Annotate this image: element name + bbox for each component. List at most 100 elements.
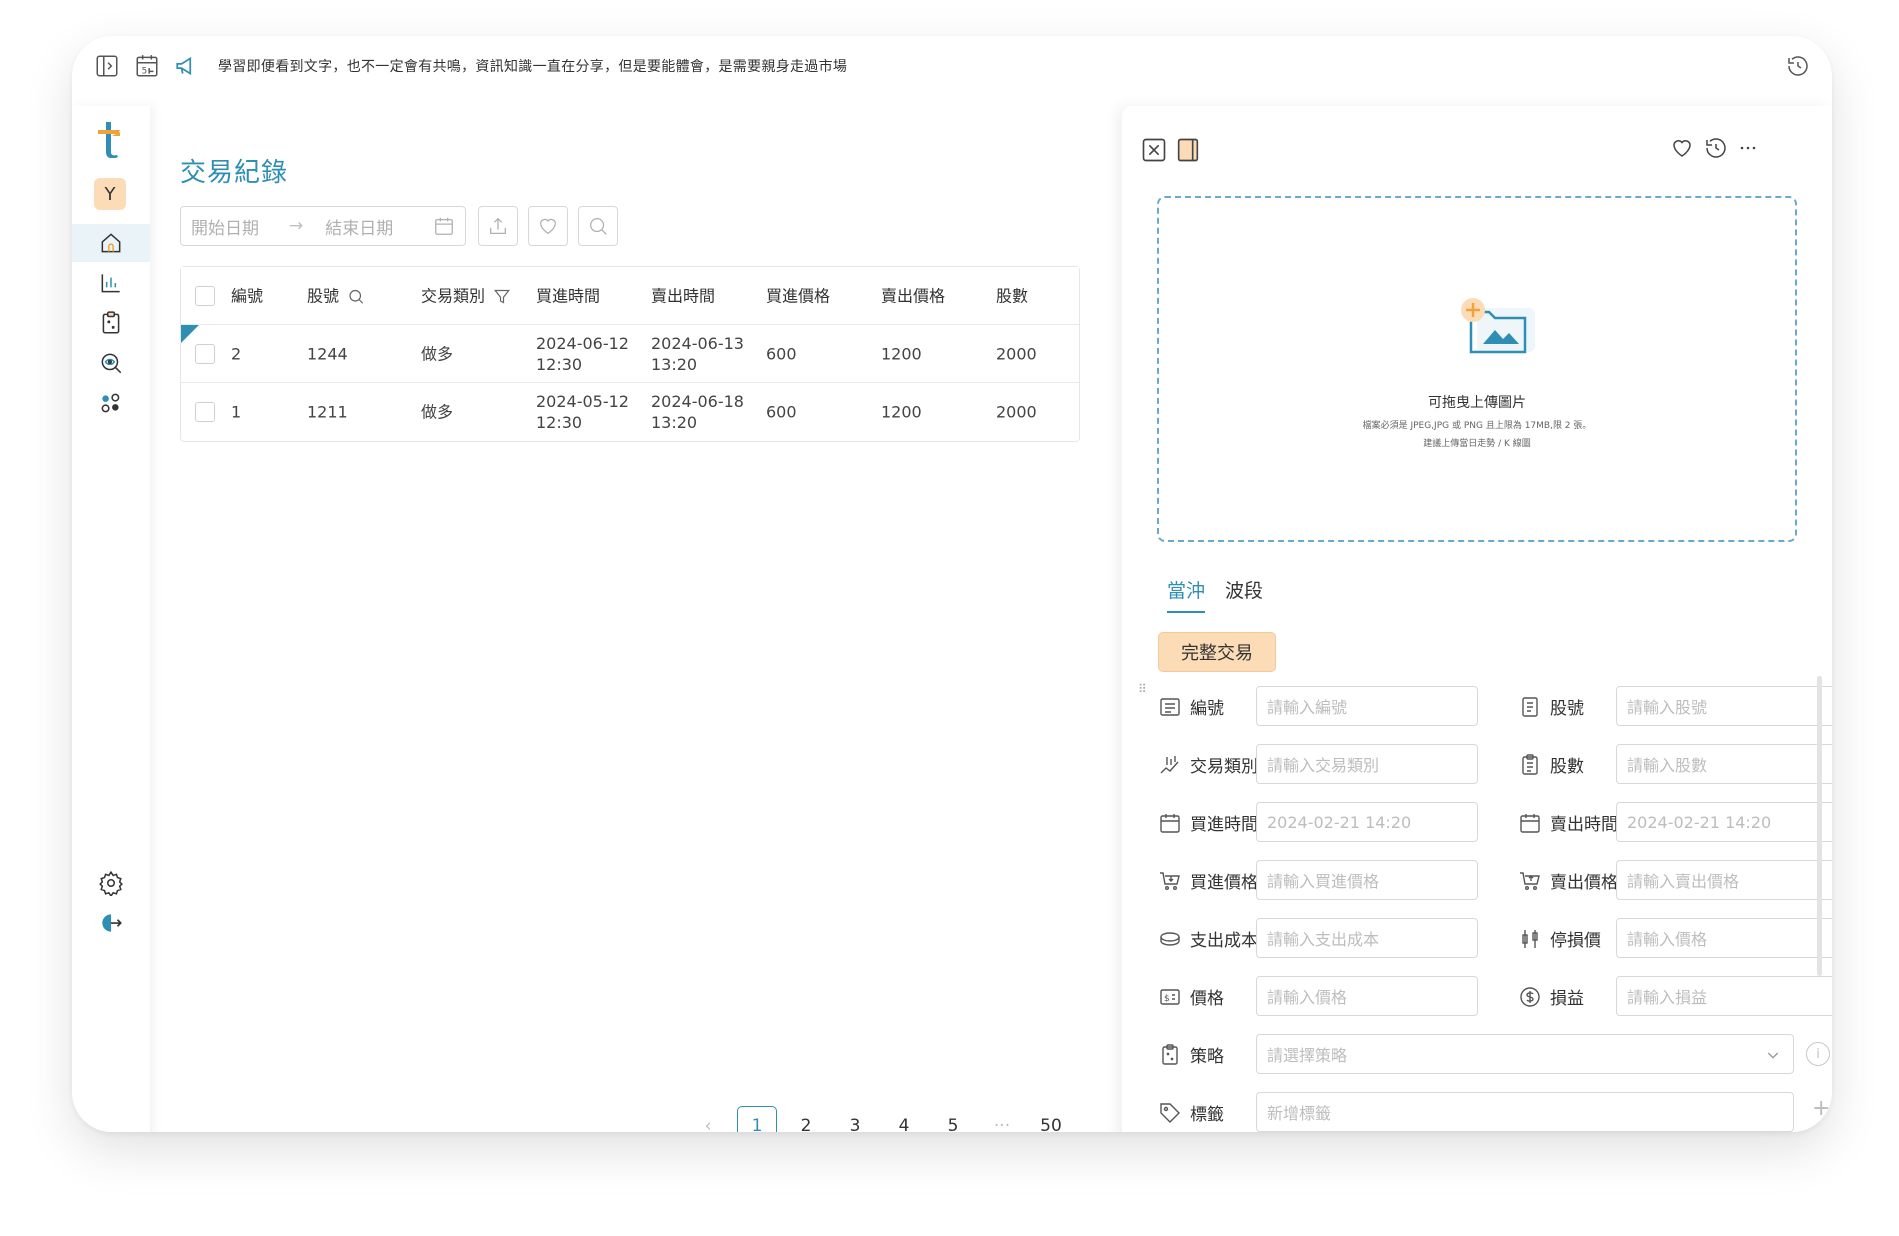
history-icon[interactable] — [1786, 54, 1810, 78]
panel-scrollbar[interactable] — [1817, 676, 1822, 976]
pnl-input[interactable]: 請輸入損益 — [1616, 976, 1832, 1016]
field-label-text: 策略 — [1190, 1047, 1224, 1067]
field-label-pnl: 損益 — [1518, 984, 1584, 1009]
app-logo — [92, 118, 128, 159]
eye-search-icon — [101, 353, 122, 374]
calendar-icon[interactable]: 5 — [134, 53, 160, 79]
tags-input[interactable]: 新增標籤 — [1256, 1092, 1794, 1132]
page-last[interactable]: 50 — [1031, 1106, 1071, 1132]
nav-settings[interactable] — [72, 864, 150, 902]
svg-text:$: $ — [1164, 994, 1170, 1004]
strategy-select[interactable]: 請選擇策略 — [1256, 1034, 1794, 1074]
favorite-filter-button[interactable] — [528, 206, 568, 246]
drag-handle-icon[interactable]: ⠿ — [1138, 682, 1147, 696]
side-panel-icon[interactable] — [1174, 136, 1202, 164]
page-3[interactable]: 3 — [835, 1106, 875, 1132]
search-button[interactable] — [578, 206, 618, 246]
calendar-icon — [433, 215, 455, 237]
heart-icon[interactable] — [1670, 136, 1694, 160]
col-stock-label: 股號 — [307, 286, 340, 305]
field-label-buy-price: 買進價格 — [1158, 868, 1258, 893]
field-label-text: 停損價 — [1550, 931, 1601, 951]
cell-sell-date: 2024-06-13 — [651, 333, 744, 353]
col-shares: 股數 — [996, 286, 1029, 305]
field-label-price: $ 價格 — [1158, 984, 1224, 1009]
nav-logout[interactable] — [72, 904, 150, 942]
prev-page-button[interactable]: ‹ — [688, 1106, 728, 1132]
page-5[interactable]: 5 — [933, 1106, 973, 1132]
shares-input[interactable]: 請輸入股數 — [1616, 744, 1832, 784]
end-date-input[interactable]: 結束日期 — [325, 214, 393, 239]
price-input[interactable]: 請輸入價格 — [1256, 976, 1478, 1016]
field-label-text: 賣出價格 — [1550, 873, 1618, 893]
search-icon[interactable] — [347, 288, 365, 306]
type-input[interactable]: 請輸入交易類別 — [1256, 744, 1478, 784]
select-all-checkbox[interactable] — [195, 285, 215, 306]
table-row[interactable]: 2 1244 做多 2024-06-12 12:30 2024-06-13 13:2… — [181, 325, 1079, 383]
candlestick-icon — [1160, 755, 1179, 773]
main-content: 交易紀錄 開始日期 → 結束日期 編號 股號 交易類別 買進時間 賣出時間 買進… — [180, 106, 1080, 1132]
add-tag-icon[interactable]: + — [1812, 1096, 1830, 1121]
field-label-strategy: 策略 — [1158, 1042, 1224, 1067]
stop-input[interactable]: 請輸入價格 — [1616, 918, 1832, 958]
cell-sell-clock: 13:20 — [651, 354, 698, 374]
sell-time-input[interactable]: 2024-02-21 14:20 — [1616, 802, 1832, 842]
history-icon[interactable] — [1704, 136, 1728, 160]
buy-time-input[interactable]: 2024-02-21 14:20 — [1256, 802, 1478, 842]
field-label-shares: 股數 — [1518, 752, 1584, 777]
buy-price-input[interactable]: 請輸入買進價格 — [1256, 860, 1478, 900]
info-icon[interactable]: i — [1806, 1042, 1830, 1066]
tab-swing[interactable]: 波段 — [1225, 576, 1263, 613]
cell-buy-date: 2024-06-12 — [536, 333, 629, 353]
col-sell-time: 賣出時間 — [651, 286, 716, 305]
tab-daytrade[interactable]: 當沖 — [1167, 576, 1206, 613]
nav-community[interactable] — [72, 384, 150, 422]
image-dropzone[interactable]: 可拖曳上傳圖片 檔案必須是 JPEG,JPG 或 PNG 且上限為 17MB,限… — [1157, 196, 1797, 542]
table-row[interactable]: 1 1211 做多 2024-05-12 12:30 2024-06-18 13:2… — [181, 383, 1079, 441]
heart-icon — [540, 218, 556, 235]
nav-insight[interactable] — [72, 344, 150, 382]
col-id: 編號 — [231, 286, 264, 305]
cell-buy-clock: 12:30 — [536, 413, 583, 432]
sidebar-toggle-icon[interactable] — [94, 53, 120, 79]
table-header: 編號 股號 交易類別 買進時間 賣出時間 買進價格 賣出價格 股數 — [181, 267, 1079, 325]
field-label-text: 編號 — [1190, 699, 1224, 719]
row-checkbox[interactable] — [195, 343, 215, 364]
calendar-icon — [1520, 813, 1540, 833]
full-trade-button[interactable]: 完整交易 — [1158, 632, 1276, 672]
nav-clipboard[interactable] — [72, 304, 150, 342]
page-2[interactable]: 2 — [786, 1106, 826, 1132]
sell-price-input[interactable]: 請輸入賣出價格 — [1616, 860, 1832, 900]
image-folder-icon — [1459, 294, 1539, 360]
clipboard-list-icon — [1522, 753, 1538, 775]
gear-icon — [99, 870, 123, 896]
avatar[interactable]: Y — [94, 178, 126, 210]
cell-shares: 2000 — [996, 344, 1037, 363]
announcement-text: 學習即便看到文字，也不一定會有共鳴，資訊知識一直在分享，但是要能體會，是需要親身… — [218, 59, 848, 75]
field-label-text: 股號 — [1550, 699, 1584, 719]
date-range-picker[interactable]: 開始日期 → 結束日期 — [180, 206, 466, 246]
field-label-id: 編號 — [1158, 694, 1224, 719]
filter-icon[interactable] — [493, 288, 511, 306]
document-icon — [1522, 696, 1538, 717]
nav-chart[interactable] — [72, 264, 150, 302]
cost-input[interactable]: 請輸入支出成本 — [1256, 918, 1478, 958]
export-button[interactable] — [478, 206, 518, 246]
more-icon[interactable] — [1736, 136, 1760, 160]
row-checkbox[interactable] — [195, 402, 215, 422]
cell-sell-price: 1200 — [881, 402, 922, 422]
close-panel-icon[interactable] — [1140, 136, 1168, 164]
id-input[interactable]: 請輸入編號 — [1256, 686, 1478, 726]
field-label-text: 交易類別 — [1190, 757, 1258, 777]
search-icon — [590, 218, 607, 235]
page-1[interactable]: 1 — [737, 1106, 777, 1132]
money-icon — [1520, 986, 1540, 1007]
stock-input[interactable]: 請輸入股號 — [1616, 686, 1832, 726]
chevron-down-icon — [1767, 1052, 1779, 1059]
range-arrow-icon: → — [289, 216, 304, 236]
nav-home[interactable] — [72, 224, 150, 262]
page-ellipsis[interactable]: ··· — [982, 1106, 1022, 1132]
trade-type-tabs: 當沖 波段 — [1167, 576, 1283, 613]
page-4[interactable]: 4 — [884, 1106, 924, 1132]
start-date-input[interactable]: 開始日期 — [191, 214, 259, 239]
